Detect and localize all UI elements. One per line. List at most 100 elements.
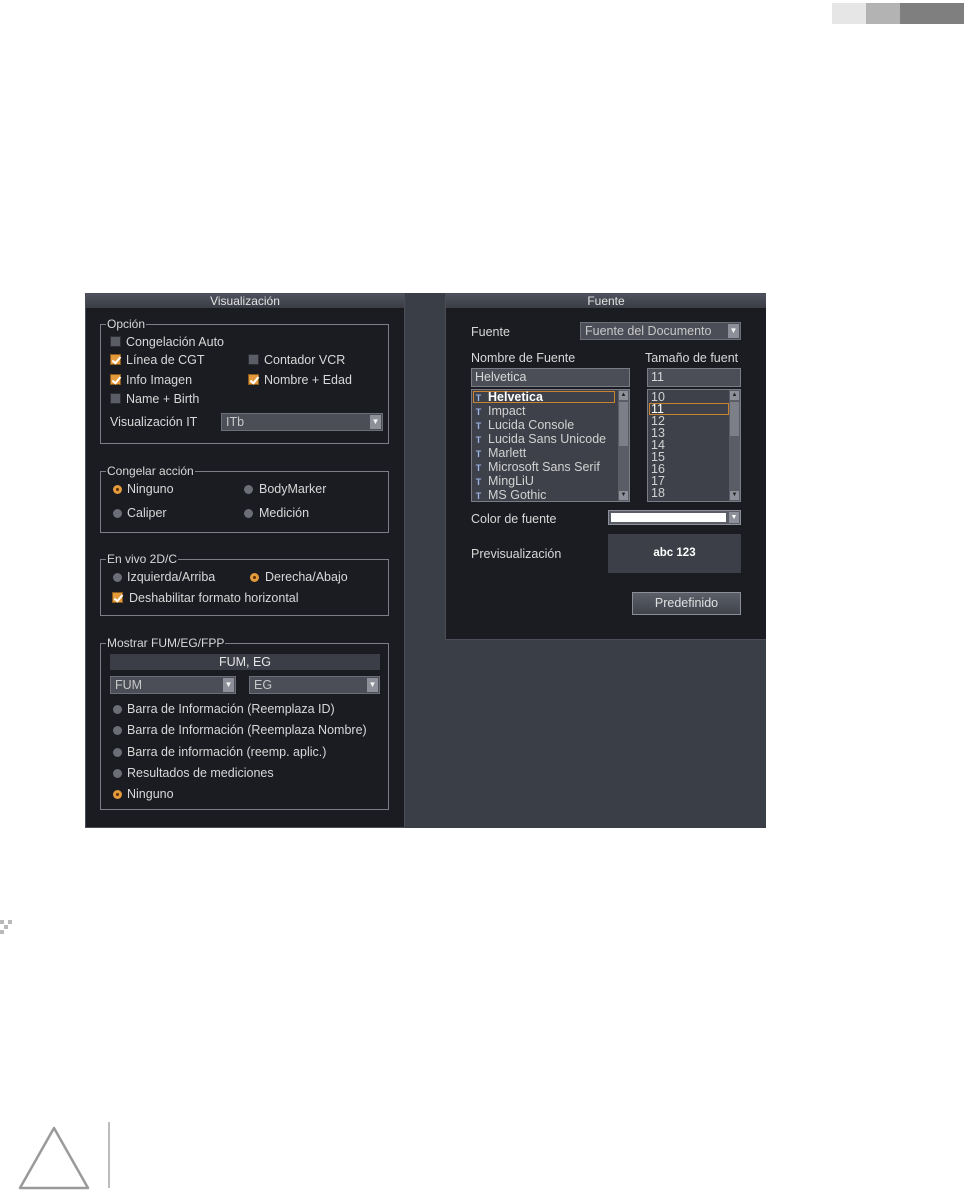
deshabilitar-label: Deshabilitar formato horizontal (129, 591, 299, 605)
en-vivo-group: En vivo 2D/C Izquierda/Arriba Derecha/Ab… (100, 552, 389, 616)
font-name: Helvetica (488, 390, 543, 404)
font-list-item[interactable]: T Helvetica (474, 391, 543, 404)
caliper-label: Caliper (127, 506, 167, 520)
dropdown-arrow-icon: ▼ (367, 678, 378, 692)
color-fuente-select[interactable]: ▼ (608, 510, 741, 525)
ninguno-label: Ninguno (127, 482, 174, 496)
font-name: Microsoft Sans Serif (488, 460, 600, 474)
combo-value: EG (254, 678, 273, 692)
header-bar-segment (832, 3, 866, 24)
scroll-up-icon[interactable]: ▲ (730, 391, 739, 400)
combo-value: FUM (115, 678, 143, 692)
group-title: En vivo 2D/C (106, 552, 179, 566)
fum-select[interactable]: FUM ▼ (110, 676, 236, 694)
visualizacion-panel: Visualización Opción Congelación Auto Lí… (85, 293, 405, 828)
note-divider (108, 1122, 110, 1188)
font-name: MingLiU (488, 474, 534, 488)
color-swatch (611, 513, 726, 522)
nombre-edad-label: Nombre + Edad (264, 373, 352, 387)
mostrar-option-radio[interactable] (113, 790, 122, 799)
contador-vcr-label: Contador VCR (264, 353, 346, 367)
font-list-item[interactable]: T Marlett (474, 447, 526, 460)
truetype-font-icon: T (475, 463, 482, 473)
font-name: Lucida Sans Unicode (488, 432, 607, 446)
fuente-select[interactable]: Fuente del Documento ▼ (580, 322, 741, 340)
izquierda-arriba-radio[interactable] (113, 573, 122, 582)
mostrar-group: Mostrar FUM/EG/FPP FUM, EG FUM ▼ EG ▼ Ba… (100, 636, 389, 810)
mostrar-option-label: Resultados de mediciones (127, 766, 274, 780)
button-label: Predefinido (654, 596, 719, 610)
nombre-fuente-label: Nombre de Fuente (471, 351, 576, 365)
info-imagen-checkbox[interactable] (110, 374, 121, 385)
contador-vcr-checkbox[interactable] (248, 354, 259, 365)
mostrar-option-radio[interactable] (113, 726, 122, 735)
font-list-item[interactable]: T MingLiU (474, 475, 534, 488)
medicion-radio[interactable] (244, 509, 253, 518)
opcion-group: Opción Congelación Auto Línea de CGT Con… (100, 317, 389, 444)
font-list-item[interactable]: T Lucida Sans Unicode (474, 433, 606, 446)
truetype-font-icon: T (475, 393, 482, 403)
scroll-thumb[interactable] (730, 402, 739, 436)
tamano-fuente-input[interactable]: 11 (647, 368, 741, 387)
header-bar-segment (866, 3, 900, 24)
truetype-font-icon: T (475, 421, 482, 431)
font-size-list[interactable]: 10 11 12 13 14 15 16 17 18 ▲ ▼ (647, 389, 741, 502)
size-list-scrollbar[interactable]: ▲ ▼ (729, 390, 740, 501)
group-title: Mostrar FUM/EG/FPP (106, 636, 226, 650)
font-list-item[interactable]: T Lucida Console (474, 419, 574, 432)
font-name: Lucida Console (488, 418, 575, 432)
visualizacion-it-label: Visualización IT (110, 415, 198, 429)
name-birth-checkbox[interactable] (110, 393, 121, 404)
eg-select[interactable]: EG ▼ (249, 676, 380, 694)
derecha-abajo-radio[interactable] (250, 573, 259, 582)
truetype-font-icon: T (475, 407, 482, 417)
bodymarker-radio[interactable] (244, 485, 253, 494)
deshabilitar-checkbox[interactable] (112, 592, 123, 603)
font-list-scrollbar[interactable]: ▲ ▼ (618, 390, 629, 501)
fuente-panel: Fuente Fuente Fuente del Documento ▼ Nom… (445, 293, 766, 640)
mostrar-option-radio[interactable] (113, 705, 122, 714)
mostrar-option-label: Barra de Información (Reemplaza ID) (127, 702, 335, 716)
header-bar-segment (900, 3, 964, 24)
font-list-item[interactable]: T Impact (474, 405, 526, 418)
truetype-font-icon: T (475, 449, 482, 459)
mostrar-option-radio[interactable] (113, 769, 122, 778)
bullet-dots-icon (0, 920, 12, 934)
scroll-down-icon[interactable]: ▼ (730, 491, 739, 500)
font-name: MS Gothic (488, 488, 547, 502)
mostrar-option-radio[interactable] (113, 748, 122, 757)
predefinido-button[interactable]: Predefinido (632, 592, 741, 615)
scroll-up-icon[interactable]: ▲ (619, 391, 628, 400)
congelacion-auto-checkbox[interactable] (110, 336, 121, 347)
scroll-thumb[interactable] (619, 402, 628, 446)
settings-screen: Visualización Opción Congelación Auto Lí… (85, 293, 766, 828)
mostrar-option-label: Barra de información (reemp. aplic.) (127, 745, 327, 759)
name-birth-label: Name + Birth (126, 392, 200, 406)
bodymarker-label: BodyMarker (259, 482, 327, 496)
caliper-radio[interactable] (113, 509, 122, 518)
linea-cgt-label: Línea de CGT (126, 353, 205, 367)
font-name-list[interactable]: T Helvetica T Impact T Lucida Console T Luci… (471, 389, 630, 502)
font-list-item[interactable]: T Microsoft Sans Serif (474, 461, 600, 474)
dropdown-arrow-icon: ▼ (728, 324, 739, 338)
izquierda-arriba-label: Izquierda/Arriba (127, 570, 216, 584)
mostrar-option-label: Ninguno (127, 787, 174, 801)
derecha-abajo-label: Derecha/Abajo (265, 570, 348, 584)
nombre-fuente-input[interactable]: Helvetica (471, 368, 630, 387)
tamano-fuente-label: Tamaño de fuent (645, 351, 739, 365)
dropdown-arrow-icon: ▼ (370, 415, 381, 429)
ninguno-radio[interactable] (113, 485, 122, 494)
visualizacion-it-select[interactable]: ITb ▼ (221, 413, 383, 431)
group-title: Congelar acción (106, 464, 195, 478)
congelar-accion-group: Congelar acción Ninguno BodyMarker Calip… (100, 464, 389, 533)
nombre-edad-checkbox[interactable] (248, 374, 259, 385)
scroll-down-icon[interactable]: ▼ (619, 491, 628, 500)
fum-eg-header: FUM, EG (110, 654, 380, 670)
font-list-item[interactable]: T MS Gothic (474, 488, 547, 502)
size-list-item[interactable]: 18 (651, 487, 665, 500)
color-fuente-label: Color de fuente (471, 512, 557, 526)
preview-box: abc 123 (608, 534, 741, 573)
linea-cgt-checkbox[interactable] (110, 354, 121, 365)
info-imagen-label: Info Imagen (126, 373, 193, 387)
group-title: Opción (106, 317, 147, 331)
